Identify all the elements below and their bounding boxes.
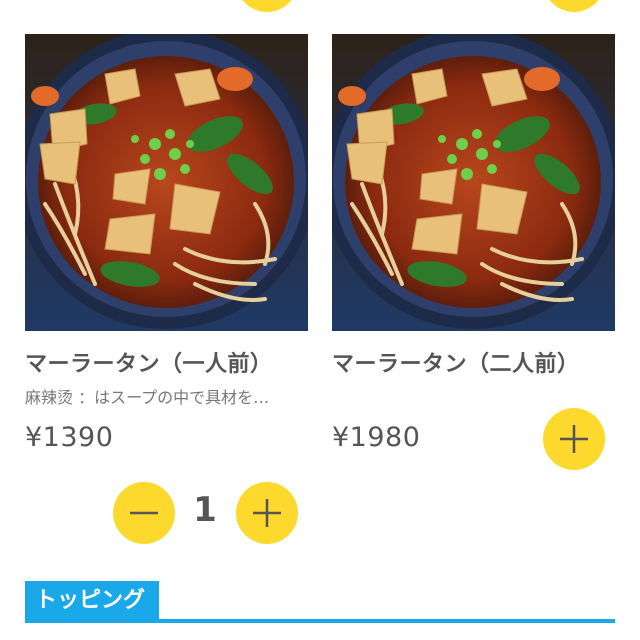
menu-item-card[interactable]: マーラータン（一人前） 麻辣烫 ：はスープの中で具材を… ¥1390: [25, 34, 308, 453]
menu-item-description: 麻辣烫 ：はスープの中で具材を…: [25, 388, 270, 407]
section-title: トッピング: [25, 581, 160, 621]
malatang-bowl-photo[interactable]: [25, 34, 308, 331]
menu-item-name: マーラータン（一人前）: [25, 352, 273, 377]
menu-item-price: ¥1390: [25, 422, 114, 453]
plus-icon: [560, 425, 588, 453]
add-button-previous-right[interactable]: [543, 0, 605, 12]
quantity-value: 1: [193, 490, 217, 530]
malatang-bowl-photo[interactable]: [332, 34, 615, 331]
increase-quantity-button[interactable]: [236, 482, 298, 544]
section-header-topping: トッピング: [25, 581, 615, 623]
add-to-cart-button[interactable]: [543, 408, 605, 470]
menu-item-name: マーラータン（二人前）: [332, 352, 580, 377]
decrease-quantity-button[interactable]: [113, 482, 175, 544]
menu-item-price: ¥1980: [332, 422, 421, 453]
menu-item-card[interactable]: マーラータン（二人前） ¥1980: [332, 34, 615, 453]
plus-icon: [253, 499, 281, 527]
add-button-previous-left[interactable]: [236, 0, 298, 12]
menu-page: マーラータン（一人前） 麻辣烫 ：はスープの中で具材を… ¥1390 マーラータ…: [0, 0, 640, 640]
minus-icon: [130, 511, 158, 515]
